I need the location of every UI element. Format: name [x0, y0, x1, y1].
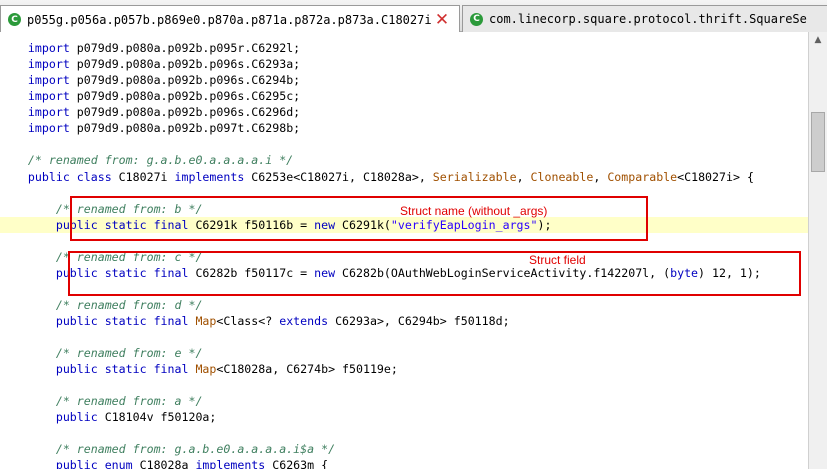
code-line: import p079d9.p080a.p092b.p096s.C6296d; [27, 105, 301, 119]
scrollbar-thumb[interactable] [811, 112, 825, 172]
code-editor[interactable]: import p079d9.p080a.p092b.p095r.C6292l; … [0, 32, 808, 469]
code-line: public static final Map<Class<? extends … [55, 314, 510, 328]
struct-name-annotation: Struct name (without _args) [400, 204, 548, 218]
code-line: /* renamed from: g.a.b.e0.a.a.a.a.i$a */ [55, 442, 336, 456]
vertical-scrollbar[interactable]: ▲ [808, 32, 827, 469]
tab-title: p055g.p056a.p057b.p869e0.p870a.p871a.p87… [27, 12, 432, 27]
editor-tab-bar: C p055g.p056a.p057b.p869e0.p870a.p871a.p… [0, 0, 827, 33]
code-line: /* renamed from: e */ [55, 346, 203, 360]
code-line: public static final Map<C18028a, C6274b>… [55, 362, 398, 376]
class-icon: C [8, 13, 21, 26]
code-line: public class C18027i implements C6253e<C… [27, 170, 754, 184]
tab-squareservice[interactable]: C com.linecorp.square.protocol.thrift.Sq… [462, 5, 827, 32]
struct-field-highlight-box [68, 251, 801, 296]
struct-field-annotation: Struct field [529, 253, 586, 267]
code-line: public enum C18028a implements C6263m { [55, 458, 329, 469]
code-line: public C18104v f50120a; [55, 410, 217, 424]
code-line: import p079d9.p080a.p092b.p096s.C6295c; [27, 89, 301, 103]
code-line: import p079d9.p080a.p092b.p096s.C6294b; [27, 73, 301, 87]
close-icon[interactable]: ✕ [433, 11, 451, 29]
class-icon: C [470, 12, 483, 26]
code-line: import p079d9.p080a.p092b.p096s.C6293a; [27, 57, 301, 71]
tab-title: com.linecorp.square.protocol.thrift.Squa… [489, 12, 807, 26]
struct-name-highlight-box [70, 196, 648, 241]
code-line: /* renamed from: g.a.b.e0.a.a.a.a.i */ [27, 153, 294, 167]
code-line: import p079d9.p080a.p092b.p095r.C6292l; [27, 41, 301, 55]
code-line: import p079d9.p080a.p092b.p097t.C6298b; [27, 121, 301, 135]
tab-c18027i[interactable]: C p055g.p056a.p057b.p869e0.p870a.p871a.p… [0, 5, 460, 33]
code-line: /* renamed from: a */ [55, 394, 203, 408]
code-line: /* renamed from: d */ [55, 298, 203, 312]
scroll-up-icon[interactable]: ▲ [809, 32, 827, 49]
